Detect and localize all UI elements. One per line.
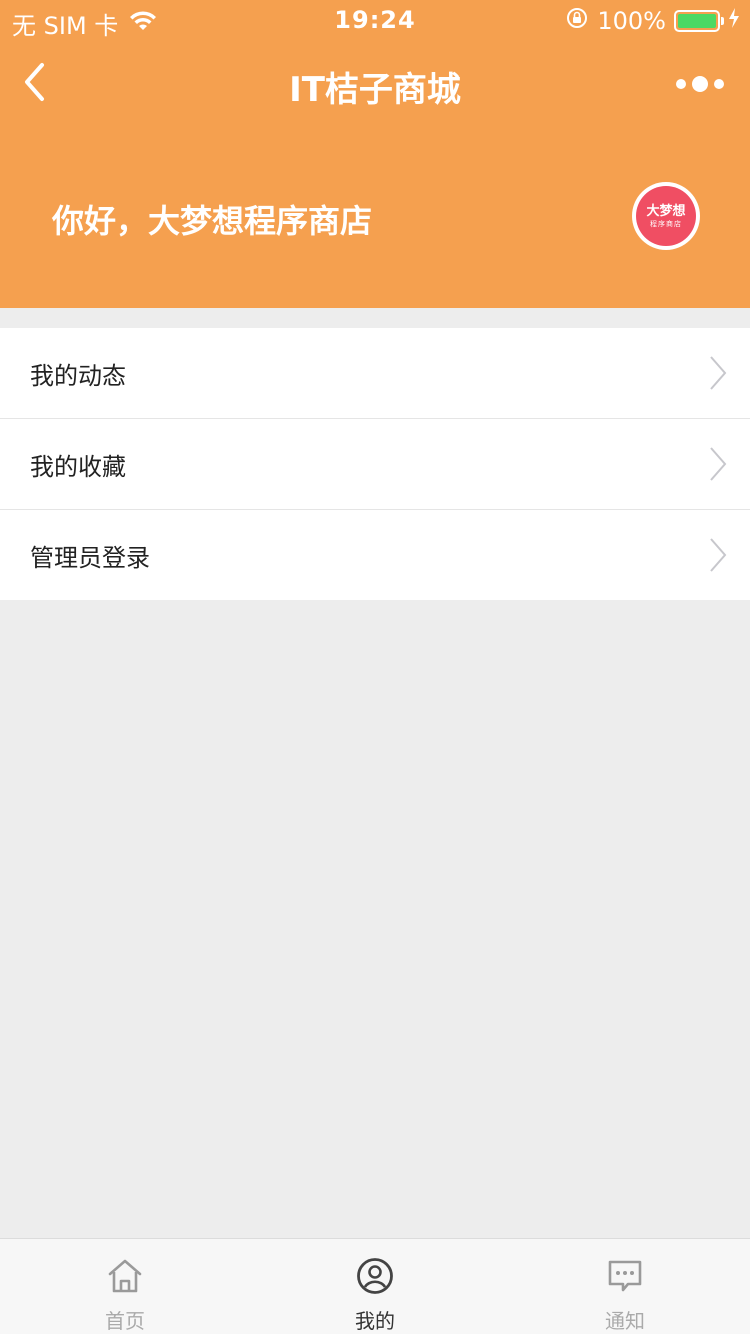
avatar-logo-subtitle: 程序商店 — [650, 219, 682, 228]
tab-label: 我的 — [355, 1309, 395, 1333]
rotation-lock-icon — [565, 6, 589, 36]
menu-item-my-favorites[interactable]: 我的收藏 — [0, 419, 750, 510]
more-dot — [676, 79, 686, 89]
chevron-right-icon — [710, 356, 727, 390]
menu-item-label: 管理员登录 — [30, 543, 150, 572]
status-right: 100% — [565, 6, 740, 36]
menu-item-my-activity[interactable]: 我的动态 — [0, 328, 750, 419]
tab-home[interactable]: 首页 — [0, 1239, 250, 1334]
menu-item-label: 我的收藏 — [30, 452, 126, 481]
more-dot — [692, 76, 708, 92]
user-icon — [355, 1257, 395, 1295]
charging-icon — [728, 7, 740, 35]
menu-item-label: 我的动态 — [30, 361, 126, 390]
avatar[interactable]: 大梦想 程序商店 — [632, 182, 700, 250]
status-bar: 无 SIM 卡 19:24 100% — [0, 0, 750, 40]
header: 无 SIM 卡 19:24 100% IT桔子商城 你好，大梦想程序商店 大梦想… — [0, 0, 750, 308]
tab-mine[interactable]: 我的 — [250, 1239, 500, 1334]
chevron-right-icon — [710, 538, 727, 572]
avatar-logo: 大梦想 程序商店 — [636, 186, 696, 246]
chevron-right-icon — [710, 447, 727, 481]
more-button[interactable] — [676, 70, 724, 98]
home-icon — [105, 1257, 145, 1295]
tab-label: 通知 — [605, 1309, 645, 1333]
avatar-logo-title: 大梦想 — [646, 203, 686, 219]
battery-fill — [678, 14, 716, 28]
page: 无 SIM 卡 19:24 100% IT桔子商城 你好，大梦想程序商店 大梦想… — [0, 0, 750, 1334]
menu-list: 我的动态 我的收藏 管理员登录 — [0, 328, 750, 600]
message-icon — [605, 1257, 645, 1295]
tab-notifications[interactable]: 通知 — [500, 1239, 750, 1334]
greeting-text: 你好，大梦想程序商店 — [52, 202, 373, 240]
battery-percent: 100% — [597, 7, 666, 35]
page-title: IT桔子商城 — [289, 70, 461, 110]
battery-icon — [674, 10, 724, 32]
more-dot — [714, 79, 724, 89]
tab-bar: 首页 我的 通知 — [0, 1238, 750, 1334]
tab-label: 首页 — [105, 1309, 145, 1333]
nav-bar: IT桔子商城 — [0, 40, 750, 128]
menu-item-admin-login[interactable]: 管理员登录 — [0, 510, 750, 600]
